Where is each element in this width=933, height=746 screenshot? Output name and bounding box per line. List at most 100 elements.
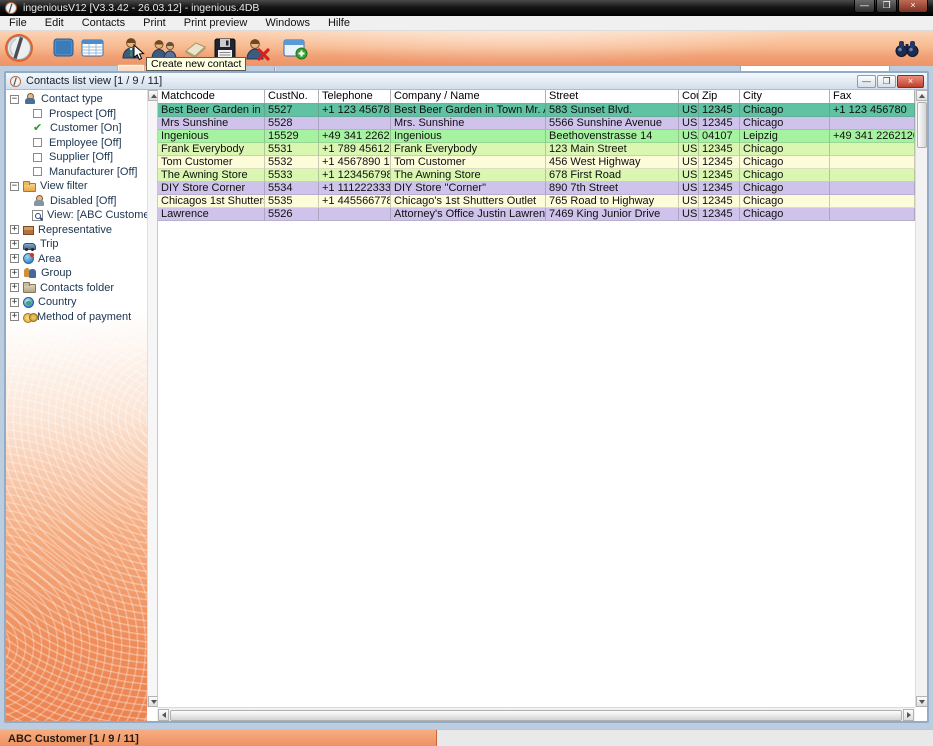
cell-fax[interactable] xyxy=(830,156,915,169)
cell-coun[interactable]: US xyxy=(679,208,699,221)
cell-company-name[interactable]: Mrs. Sunshine xyxy=(391,117,546,130)
cell-street[interactable]: 765 Road to Highway xyxy=(546,195,679,208)
table-row[interactable]: Frank Everybody5531+1 789 4561230Frank E… xyxy=(158,143,915,156)
column-header-city[interactable]: City xyxy=(740,90,830,103)
cell-matchcode[interactable]: Mrs Sunshine xyxy=(158,117,265,130)
table-row[interactable]: The Awning Store5533+1 123456798The Awni… xyxy=(158,169,915,182)
eraser-icon[interactable] xyxy=(183,41,208,58)
cell-custno[interactable]: 5535 xyxy=(265,195,319,208)
cell-coun[interactable]: US xyxy=(679,195,699,208)
cell-city[interactable]: Chicago xyxy=(740,195,830,208)
cell-fax[interactable] xyxy=(830,195,915,208)
cell-company-name[interactable]: Frank Everybody xyxy=(391,143,546,156)
tree-scrollbar[interactable] xyxy=(147,90,157,707)
menu-print[interactable]: Print xyxy=(134,16,175,31)
child-titlebar[interactable]: Contacts list view [1 / 9 / 11] — ❐ × xyxy=(6,73,927,90)
cell-matchcode[interactable]: Chicagos 1st Shutters Outlet xyxy=(158,195,265,208)
cell-zip[interactable]: 12345 xyxy=(699,169,740,182)
cell-zip[interactable]: 12345 xyxy=(699,195,740,208)
cell-custno[interactable]: 5534 xyxy=(265,182,319,195)
tree-expander-plus-icon[interactable]: + xyxy=(10,298,19,307)
table-row[interactable]: Mrs Sunshine5528Mrs. Sunshine5566 Sunshi… xyxy=(158,117,915,130)
cell-telephone[interactable]: +1 123456798 xyxy=(319,169,391,182)
cell-fax[interactable] xyxy=(830,182,915,195)
child-restore-button[interactable]: ❐ xyxy=(877,75,896,88)
table-vertical-scrollbar[interactable] xyxy=(915,90,927,707)
cell-telephone[interactable]: +1 4567890 123 xyxy=(319,156,391,169)
cell-fax[interactable] xyxy=(830,117,915,130)
cell-company-name[interactable]: Chicago's 1st Shutters Outlet xyxy=(391,195,546,208)
column-header-company-name[interactable]: Company / Name xyxy=(391,90,546,103)
table-scroll-right-button[interactable] xyxy=(903,709,914,721)
tree-item-customer-on[interactable]: Customer [On] xyxy=(6,121,147,136)
column-header-matchcode[interactable]: Matchcode xyxy=(158,90,265,103)
cell-telephone[interactable] xyxy=(319,117,391,130)
minimize-button[interactable]: — xyxy=(854,0,875,13)
tree-expander-minus-icon[interactable]: − xyxy=(10,95,19,104)
menu-contacts[interactable]: Contacts xyxy=(73,16,134,31)
tree-expander-plus-icon[interactable]: + xyxy=(10,269,19,278)
tree-item-view-abc-customer[interactable]: View: [ABC Customer] xyxy=(6,208,147,223)
cell-street[interactable]: 5566 Sunshine Avenue xyxy=(546,117,679,130)
cell-city[interactable]: Chicago xyxy=(740,156,830,169)
column-header-custno[interactable]: CustNo. xyxy=(265,90,319,103)
cell-matchcode[interactable]: DIY Store Corner xyxy=(158,182,265,195)
cell-coun[interactable]: US xyxy=(679,104,699,117)
cell-zip[interactable]: 12345 xyxy=(699,117,740,130)
cell-custno[interactable]: 5531 xyxy=(265,143,319,156)
table-hscroll-thumb[interactable] xyxy=(170,710,902,721)
cell-zip[interactable]: 12345 xyxy=(699,104,740,117)
child-minimize-button[interactable]: — xyxy=(857,75,876,88)
cell-coun[interactable]: US xyxy=(679,182,699,195)
cell-matchcode[interactable]: Lawrence xyxy=(158,208,265,221)
table-row[interactable]: Chicagos 1st Shutters Outlet5535+1 44556… xyxy=(158,195,915,208)
cell-street[interactable]: 678 First Road xyxy=(546,169,679,182)
tree-item-trip[interactable]: +Trip xyxy=(6,237,147,252)
tree-expander-plus-icon[interactable]: + xyxy=(10,312,19,321)
tree-item-employee-off[interactable]: Employee [Off] xyxy=(6,136,147,151)
cell-coun[interactable]: US xyxy=(679,117,699,130)
cell-matchcode[interactable]: Ingenious xyxy=(158,130,265,143)
cell-street[interactable]: 456 West Highway xyxy=(546,156,679,169)
tree-item-contact-type[interactable]: −Contact type xyxy=(6,92,147,107)
table-row[interactable]: Ingenious15529+49 341 226210IngeniousBee… xyxy=(158,130,915,143)
table-row[interactable]: Best Beer Garden in TownM5527+1 123 4567… xyxy=(158,104,915,117)
cell-fax[interactable] xyxy=(830,169,915,182)
cell-zip[interactable]: 12345 xyxy=(699,156,740,169)
binoculars-icon[interactable] xyxy=(895,39,919,58)
cell-company-name[interactable]: Ingenious xyxy=(391,130,546,143)
close-button[interactable]: × xyxy=(898,0,928,13)
child-close-button[interactable]: × xyxy=(897,75,924,88)
cell-company-name[interactable]: Best Beer Garden in Town Mr. Anton Mil xyxy=(391,104,546,117)
new-window-icon[interactable] xyxy=(283,39,308,60)
cell-company-name[interactable]: Attorney's Office Justin Lawrence xyxy=(391,208,546,221)
cell-matchcode[interactable]: Best Beer Garden in TownM xyxy=(158,104,265,117)
table-scroll-up-button[interactable] xyxy=(916,90,927,101)
cell-custno[interactable]: 15529 xyxy=(265,130,319,143)
cell-zip[interactable]: 12345 xyxy=(699,208,740,221)
cell-telephone[interactable]: +1 123 456789 xyxy=(319,104,391,117)
cell-city[interactable]: Chicago xyxy=(740,169,830,182)
tree-expander-plus-icon[interactable]: + xyxy=(10,225,19,234)
column-header-fax[interactable]: Fax xyxy=(830,90,915,103)
tree-expander-minus-icon[interactable]: − xyxy=(10,182,19,191)
cell-coun[interactable]: US xyxy=(679,143,699,156)
tree-item-group[interactable]: +Group xyxy=(6,266,147,281)
tree-item-area[interactable]: +Area xyxy=(6,252,147,267)
cell-telephone[interactable]: +1 789 4561230 xyxy=(319,143,391,156)
cell-telephone[interactable] xyxy=(319,208,391,221)
form-view-icon[interactable] xyxy=(53,38,74,58)
column-header-telephone[interactable]: Telephone xyxy=(319,90,391,103)
cell-zip[interactable]: 04107 xyxy=(699,130,740,143)
cell-city[interactable]: Chicago xyxy=(740,117,830,130)
cell-matchcode[interactable]: Tom Customer xyxy=(158,156,265,169)
menu-print-preview[interactable]: Print preview xyxy=(175,16,257,31)
column-header-zip[interactable]: Zip xyxy=(699,90,740,103)
cell-company-name[interactable]: DIY Store "Corner" xyxy=(391,182,546,195)
table-scroll-down-button[interactable] xyxy=(916,696,927,707)
tree-item-manufacturer-off[interactable]: Manufacturer [Off] xyxy=(6,165,147,180)
cell-matchcode[interactable]: Frank Everybody xyxy=(158,143,265,156)
maximize-button[interactable]: ❐ xyxy=(876,0,897,13)
cell-matchcode[interactable]: The Awning Store xyxy=(158,169,265,182)
tree-item-country[interactable]: +Country xyxy=(6,295,147,310)
